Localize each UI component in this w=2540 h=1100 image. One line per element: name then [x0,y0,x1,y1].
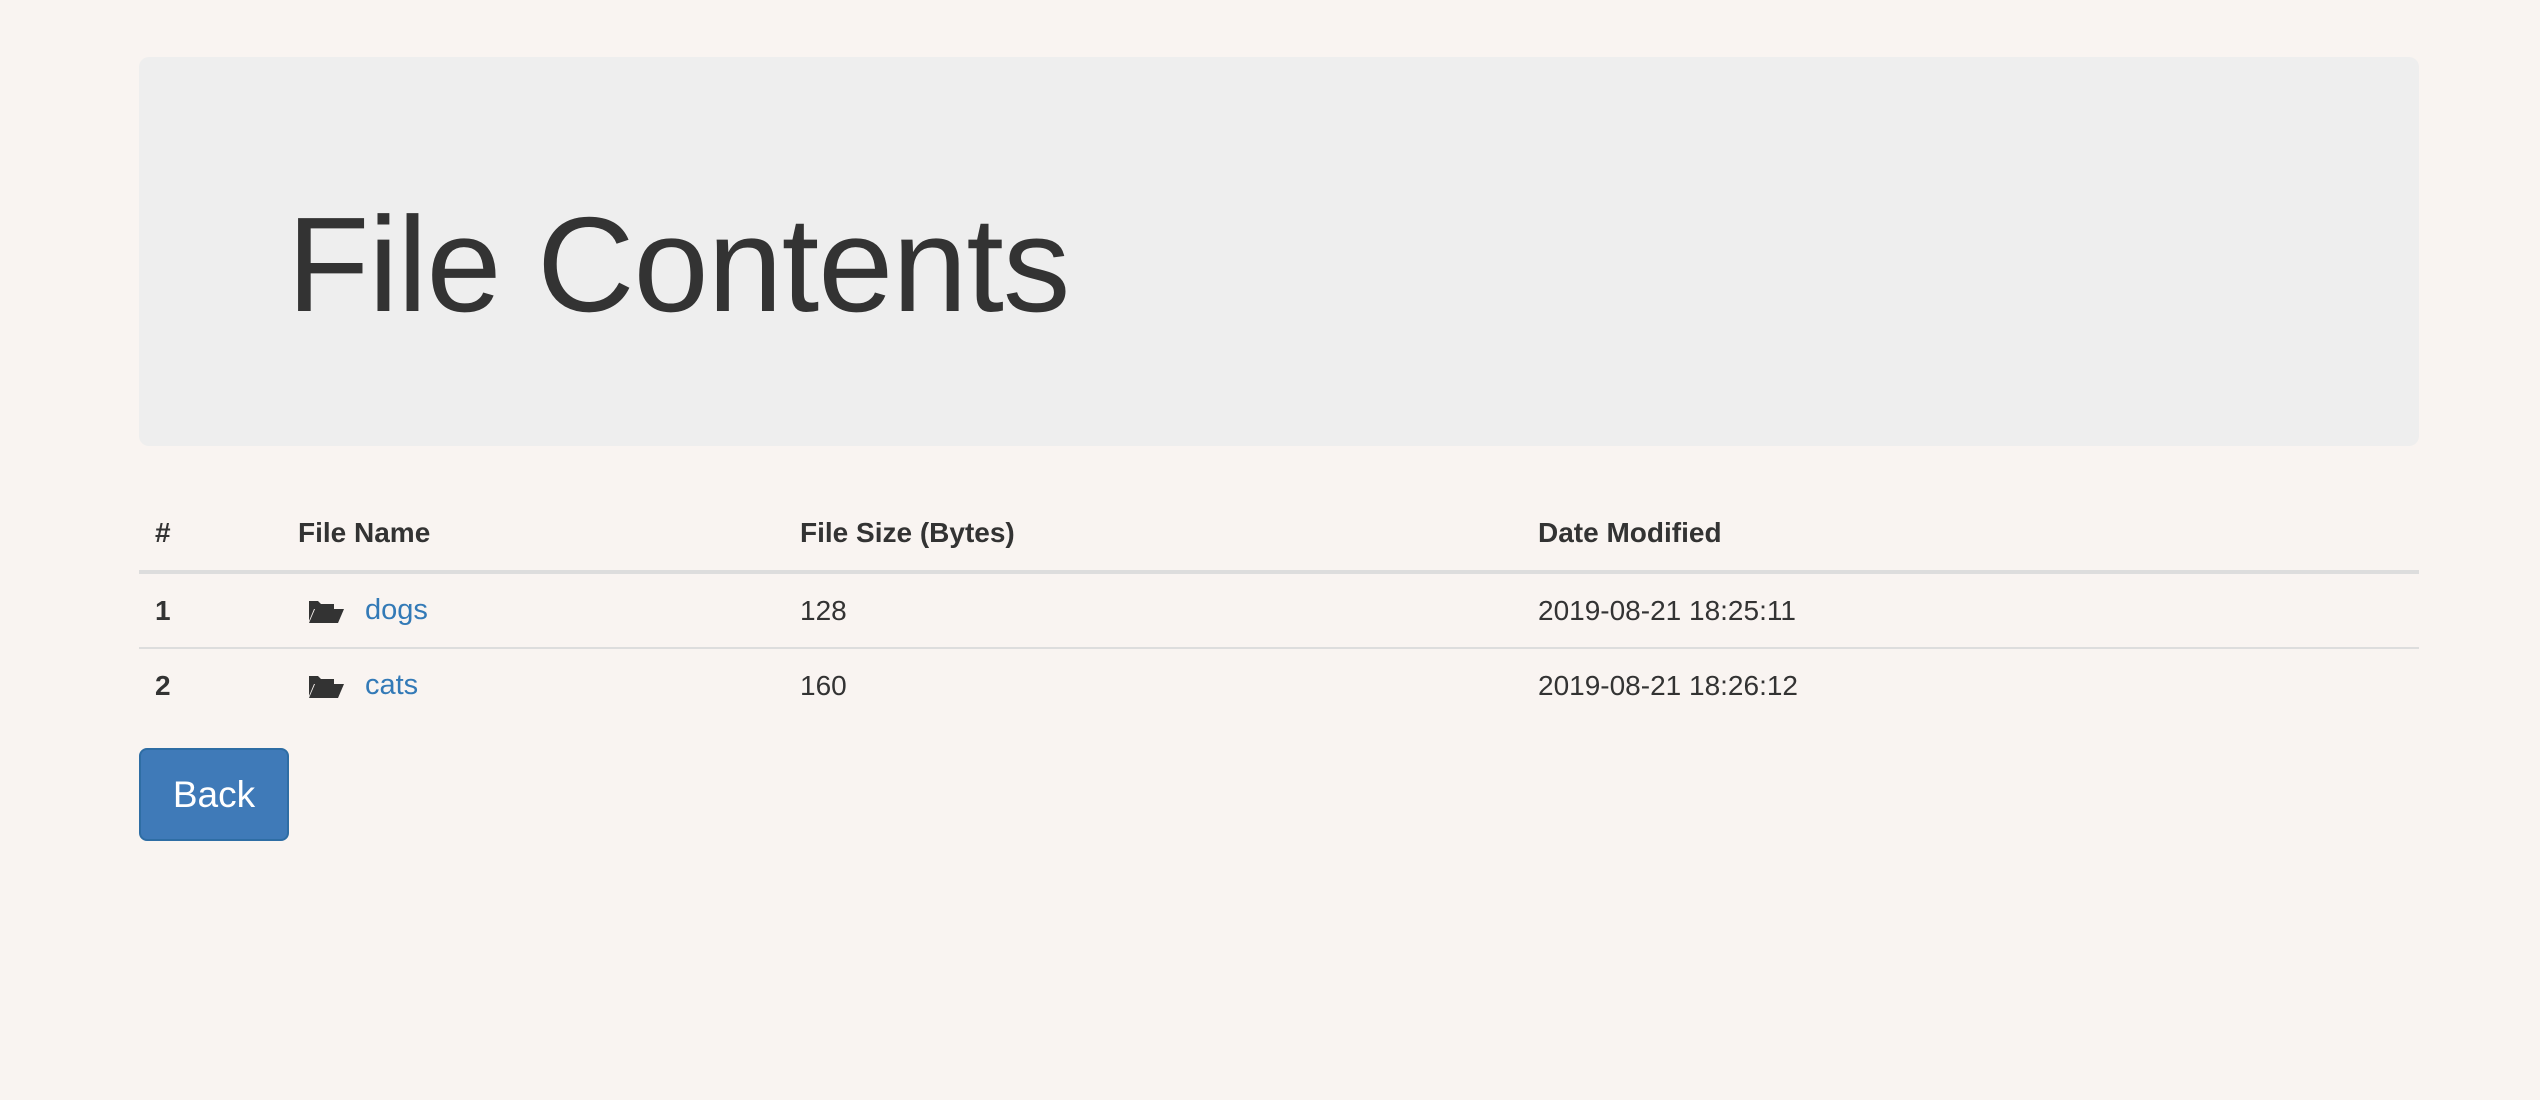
table-row: 2 cats 160 2019-08-21 18:26:12 [139,647,2419,722]
file-table-body: 1 dogs 128 2019-08-21 18:25:11 2 cats 16… [139,572,2419,722]
file-table: # File Name File Size (Bytes) Date Modif… [139,496,2419,722]
column-header-file-size: File Size (Bytes) [784,496,1522,574]
column-header-file-name: File Name [282,496,784,574]
file-table-header: # File Name File Size (Bytes) Date Modif… [139,496,2419,574]
column-header-date-modified: Date Modified [1522,496,2419,574]
row-number: 2 [139,647,282,722]
date-modified-cell: 2019-08-21 18:26:12 [1522,647,2419,722]
date-modified-cell: 2019-08-21 18:25:11 [1538,594,1796,626]
row-number: 1 [155,594,171,626]
header-banner: File Contents [139,57,2419,446]
table-row: 1 dogs 128 2019-08-21 18:25:11 [139,572,2419,648]
folder-open-icon [307,672,345,700]
folder-open-icon [307,597,345,625]
page-title: File Contents [287,189,1070,340]
file-name-cell: cats [282,647,784,722]
column-header-number: # [139,496,282,574]
file-link-cats[interactable]: cats [365,669,418,702]
back-button[interactable]: Back [139,748,289,841]
file-size-cell: 128 [800,594,847,626]
file-size-cell: 160 [784,647,1522,722]
file-link-dogs[interactable]: dogs [365,594,428,627]
header-row: # File Name File Size (Bytes) Date Modif… [139,496,2419,574]
main-container: File Contents # File Name File Size (Byt… [139,57,2419,722]
file-name-cell: dogs [282,572,784,648]
